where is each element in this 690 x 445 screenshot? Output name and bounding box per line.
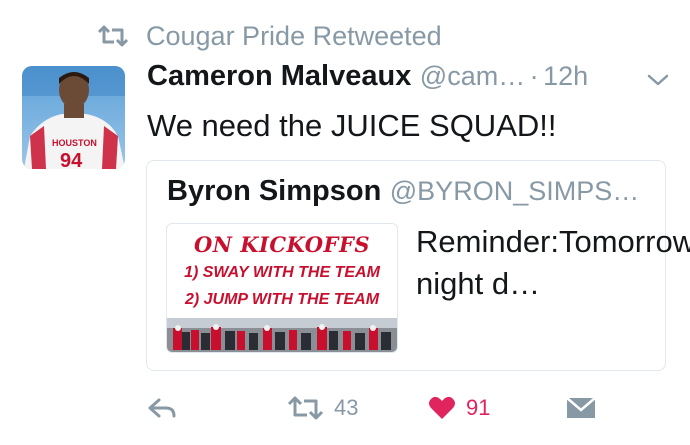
direct-message-icon xyxy=(566,397,596,418)
tweet-timestamp[interactable]: 12h xyxy=(543,61,588,91)
crowd-photo xyxy=(167,318,397,352)
quoted-tweet-text: Reminder:Tomorrow night d… xyxy=(416,224,690,301)
svg-text:94: 94 xyxy=(60,150,83,169)
separator-dot: · xyxy=(529,61,539,91)
media-headline: ON KICKOFFS xyxy=(193,232,371,257)
retweet-context: Cougar Pride Retweeted xyxy=(96,18,442,54)
retweeted-by-text[interactable]: Cougar Pride Retweeted xyxy=(146,21,442,52)
like-count: 91 xyxy=(466,395,491,420)
author-handle[interactable]: @cam… xyxy=(420,61,525,91)
retweet-button[interactable]: 43 xyxy=(286,392,358,424)
author-name[interactable]: Cameron Malveaux xyxy=(147,60,411,92)
avatar-image: HOUSTON 94 xyxy=(22,66,125,169)
heart-icon xyxy=(429,396,455,419)
avatar[interactable]: HOUSTON 94 xyxy=(22,66,125,169)
retweet-icon xyxy=(287,396,324,420)
media-line-1: 1) SWAY WITH THE TEAM xyxy=(184,264,380,281)
retweet-icon xyxy=(97,25,129,47)
quoted-tweet-media[interactable]: ON KICKOFFS 1) SWAY WITH THE TEAM 2) JUM… xyxy=(166,223,398,353)
svg-text:HOUSTON: HOUSTON xyxy=(52,138,97,148)
quoted-tweet-card[interactable]: Byron Simpson @BYRON_SIMPS… ON KICKOFFS … xyxy=(146,160,690,371)
media-line-2: 2) JUMP WITH THE TEAM xyxy=(184,291,380,308)
tweet-header: Cameron Malveaux @cam… · 12h xyxy=(147,60,677,102)
quoted-tweet-header: Byron Simpson @BYRON_SIMPS… xyxy=(167,175,639,208)
quoted-author-name: Byron Simpson xyxy=(167,175,382,207)
tweet-text: We need the JUICE SQUAD!! xyxy=(147,108,557,143)
reply-icon xyxy=(148,398,176,418)
retweet-count: 43 xyxy=(334,395,359,420)
reply-button[interactable] xyxy=(146,392,178,424)
chevron-down-icon[interactable] xyxy=(646,70,670,90)
quoted-author-handle: @BYRON_SIMPS… xyxy=(389,176,640,206)
direct-message-button[interactable] xyxy=(566,392,596,424)
like-button[interactable]: 91 xyxy=(428,392,490,424)
